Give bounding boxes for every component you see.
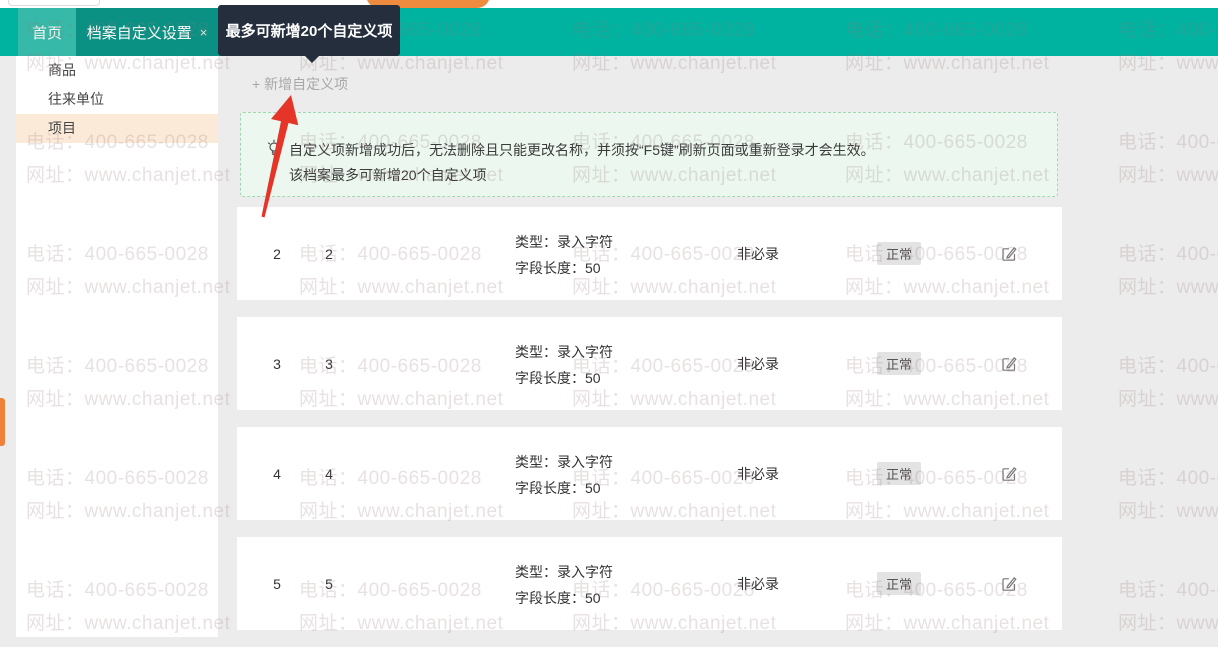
row-type-line: 类型：录入字符 [515, 339, 613, 365]
notice-text-line1: 自定义项新增成功后，无法删除且只能更改名称，并须按“F5键”刷新页面或重新登录才… [289, 142, 875, 158]
top-strip [0, 0, 1218, 8]
lightbulb-icon [266, 139, 282, 162]
row-length-line: 字段长度：50 [515, 475, 613, 501]
sidebar-item[interactable]: 往来单位 [16, 85, 218, 114]
length-value: 50 [585, 590, 601, 606]
tab-home[interactable]: 首页 [18, 8, 76, 56]
custom-field-row: 4 4 类型：录入字符 字段长度：50 非必录 正常 [237, 427, 1062, 520]
watermark-site-line: 网址：www.chanjet.net [1118, 277, 1218, 298]
tab-close-icon[interactable]: × [200, 25, 208, 40]
row-length-line: 字段长度：50 [515, 585, 613, 611]
tab-home-label: 首页 [31, 24, 62, 42]
row-type-block: 类型：录入字符 字段长度：50 [515, 229, 613, 281]
watermark-tile: 电话：400-665-0028 网址：www.chanjet.net [1118, 350, 1218, 416]
sidebar-collapse-handle[interactable] [0, 398, 5, 446]
type-label: 类型： [515, 564, 557, 580]
watermark-tile: 电话：400-665-0028 网址：www.chanjet.net [1118, 238, 1218, 304]
type-value: 录入字符 [557, 344, 613, 360]
row-type-block: 类型：录入字符 字段长度：50 [515, 339, 613, 391]
watermark-tile: 电话：400-665-0028 网址：www.chanjet.net [1118, 574, 1218, 640]
type-value: 录入字符 [557, 234, 613, 250]
edit-icon[interactable] [1000, 245, 1018, 263]
sidebar-item-label: 商品 [48, 62, 76, 78]
row-required-flag: 非必录 [737, 575, 779, 592]
sidebar-item-label: 项目 [48, 120, 76, 136]
tab-bar: 首页 档案自定义设置 × [0, 8, 1218, 56]
row-type-line: 类型：录入字符 [515, 449, 613, 475]
watermark-phone-line: 电话：400-665-0028 [1118, 132, 1218, 153]
max-items-tooltip: 最多可新增20个自定义项 [218, 5, 400, 63]
sidebar-item[interactable]: 商品 [16, 56, 218, 85]
custom-field-row: 3 3 类型：录入字符 字段长度：50 非必录 正常 [237, 317, 1062, 410]
row-type-block: 类型：录入字符 字段长度：50 [515, 449, 613, 501]
length-label: 字段长度： [515, 480, 585, 496]
notice-text-line2: 该档案最多可新增20个自定义项 [289, 167, 487, 183]
type-label: 类型： [515, 234, 557, 250]
type-value: 录入字符 [557, 564, 613, 580]
length-value: 50 [585, 480, 601, 496]
row-index: 2 [273, 245, 281, 262]
row-length-line: 字段长度：50 [515, 255, 613, 281]
watermark-tile: 电话：400-665-0028 网址：www.chanjet.net [1118, 126, 1218, 192]
row-name: 5 [325, 575, 333, 592]
rows-list: 2 2 类型：录入字符 字段长度：50 非必录 正常 3 3 类型：录入字符 字… [237, 207, 1062, 647]
row-index: 3 [273, 355, 281, 372]
tooltip-caret [304, 55, 320, 63]
row-required-flag: 非必录 [737, 355, 779, 372]
length-label: 字段长度： [515, 370, 585, 386]
watermark-phone-line: 电话：400-665-0028 [1118, 356, 1218, 377]
length-value: 50 [585, 370, 601, 386]
row-name: 4 [325, 465, 333, 482]
watermark-site-line: 网址：www.chanjet.net [1118, 389, 1218, 410]
row-type-block: 类型：录入字符 字段长度：50 [515, 559, 613, 611]
edit-icon[interactable] [1000, 575, 1018, 593]
sidebar: 商品 往来单位 项目 [16, 56, 218, 637]
edit-icon[interactable] [1000, 355, 1018, 373]
sidebar-item-label: 往来单位 [48, 91, 104, 107]
type-label: 类型： [515, 454, 557, 470]
length-label: 字段长度： [515, 590, 585, 606]
tooltip-text: 最多可新增20个自定义项 [225, 23, 393, 40]
row-index: 5 [273, 575, 281, 592]
status-badge: 正常 [877, 572, 921, 595]
custom-field-row: 2 2 类型：录入字符 字段长度：50 非必录 正常 [237, 207, 1062, 300]
type-value: 录入字符 [557, 454, 613, 470]
length-label: 字段长度： [515, 260, 585, 276]
type-label: 类型： [515, 344, 557, 360]
row-required-flag: 非必录 [737, 465, 779, 482]
watermark-site-line: 网址：www.chanjet.net [1118, 501, 1218, 522]
row-required-flag: 非必录 [737, 245, 779, 262]
row-name: 3 [325, 355, 333, 372]
sidebar-item[interactable]: 项目 [16, 114, 218, 143]
edit-icon[interactable] [1000, 465, 1018, 483]
watermark-phone-line: 电话：400-665-0028 [1118, 244, 1218, 265]
row-index: 4 [273, 465, 281, 482]
row-name: 2 [325, 245, 333, 262]
top-search-input[interactable] [8, 0, 100, 6]
row-type-line: 类型：录入字符 [515, 559, 613, 585]
notice-box: 自定义项新增成功后，无法删除且只能更改名称，并须按“F5键”刷新页面或重新登录才… [240, 112, 1058, 197]
custom-field-row: 5 5 类型：录入字符 字段长度：50 非必录 正常 [237, 537, 1062, 630]
row-length-line: 字段长度：50 [515, 365, 613, 391]
add-custom-item-link[interactable]: + 新增自定义项 [252, 74, 348, 94]
watermark-site-line: 网址：www.chanjet.net [1118, 613, 1218, 634]
tab-label: 档案自定义设置 [86, 24, 192, 42]
watermark-phone-line: 电话：400-665-0028 [1118, 580, 1218, 601]
row-type-line: 类型：录入字符 [515, 229, 613, 255]
watermark-tile: 电话：400-665-0028 网址：www.chanjet.net [1118, 462, 1218, 528]
status-badge: 正常 [877, 242, 921, 265]
tab-archive-custom-settings[interactable]: 档案自定义设置 × [76, 8, 218, 56]
status-badge: 正常 [877, 352, 921, 375]
watermark-phone-line: 电话：400-665-0028 [1118, 468, 1218, 489]
watermark-site-line: 网址：www.chanjet.net [1118, 165, 1218, 186]
status-badge: 正常 [877, 462, 921, 485]
length-value: 50 [585, 260, 601, 276]
